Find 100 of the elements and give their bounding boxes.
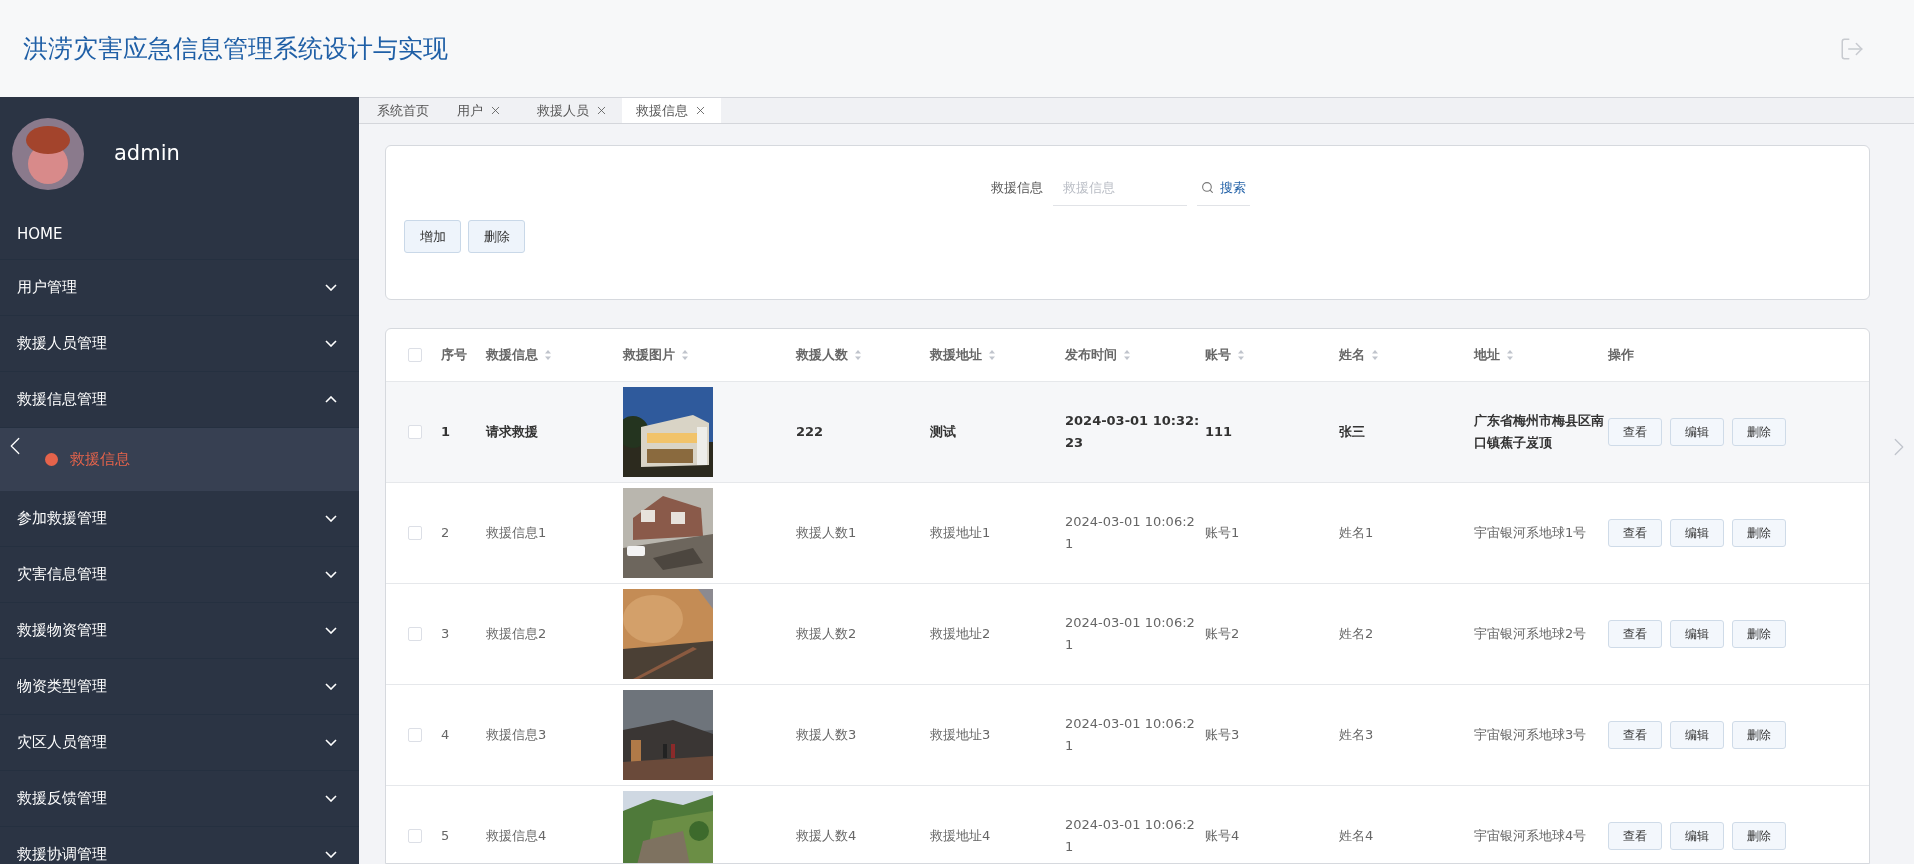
- search-label: 救援信息: [991, 179, 1043, 198]
- logout-icon[interactable]: [1839, 35, 1865, 62]
- row-action-button[interactable]: 删除: [1732, 519, 1786, 547]
- menu-item[interactable]: 灾区人员管理: [0, 715, 359, 771]
- chevron-down-icon: [325, 739, 337, 746]
- row-action-button[interactable]: 编辑: [1670, 822, 1724, 850]
- sort-icon[interactable]: [1123, 349, 1131, 361]
- row-action-button[interactable]: 查看: [1608, 822, 1662, 850]
- chevron-down-icon: [325, 627, 337, 634]
- chevron-down-icon: [325, 340, 337, 347]
- row-action-button[interactable]: 删除: [1732, 620, 1786, 648]
- table-cell-text: 1: [441, 423, 452, 441]
- sort-icon[interactable]: [1371, 349, 1379, 361]
- menu-item[interactable]: 救援物资管理: [0, 603, 359, 659]
- menu-item[interactable]: 用户管理: [0, 260, 359, 316]
- chevron-up-icon: [325, 396, 337, 403]
- menu-item[interactable]: 救援反馈管理: [0, 771, 359, 827]
- table-cell-text: 救援地址4: [930, 827, 992, 845]
- table-cell-text: 2024-03-01 10:32:23: [1065, 412, 1201, 452]
- row-action-button[interactable]: 查看: [1608, 620, 1662, 648]
- menu-item[interactable]: 物资类型管理: [0, 659, 359, 715]
- table-cell-text: 救援地址1: [930, 524, 992, 542]
- table-cell-text: 救援地址2: [930, 625, 992, 643]
- search-icon: [1201, 181, 1214, 194]
- menu-item[interactable]: 灾害信息管理: [0, 547, 359, 603]
- row-action-button[interactable]: 删除: [1732, 418, 1786, 446]
- tab[interactable]: 系统首页: [363, 98, 443, 123]
- chevron-down-icon: [325, 571, 337, 578]
- checkbox[interactable]: [407, 627, 422, 641]
- search-button[interactable]: 搜索: [1197, 170, 1250, 206]
- table-cell-text: 广东省梅州市梅县区南口镇蕉子岌顶: [1474, 412, 1605, 452]
- table-cell-text: 222: [796, 423, 825, 441]
- row-action-button[interactable]: 查看: [1608, 519, 1662, 547]
- chevron-down-icon: [325, 851, 337, 858]
- tab[interactable]: 救援信息: [622, 98, 721, 123]
- chevron-down-icon: [325, 795, 337, 802]
- action-button[interactable]: 增加: [404, 220, 461, 253]
- sort-icon[interactable]: [1506, 349, 1514, 361]
- sort-icon[interactable]: [854, 349, 862, 361]
- menu-item[interactable]: 救援协调管理: [0, 827, 359, 864]
- column-header[interactable]: 救援人数: [796, 345, 862, 365]
- table-cell-text: 2: [441, 524, 451, 542]
- menu-item[interactable]: 救援人员管理: [0, 316, 359, 372]
- table-cell-text: 姓名3: [1339, 726, 1375, 744]
- column-header[interactable]: 账号: [1205, 345, 1245, 365]
- chevron-down-icon: [325, 515, 337, 522]
- table-cell-text: 宇宙银河系地球3号: [1474, 726, 1588, 744]
- row-action-button[interactable]: 编辑: [1670, 721, 1724, 749]
- tab[interactable]: 救援人员: [523, 98, 622, 123]
- table-cell-text: 111: [1205, 423, 1234, 441]
- column-header[interactable]: 救援地址: [930, 345, 996, 365]
- table-cell-text: 账号4: [1205, 827, 1241, 845]
- search-field[interactable]: 救援信息: [1053, 170, 1187, 206]
- row-action-button[interactable]: 查看: [1608, 721, 1662, 749]
- checkbox[interactable]: [407, 425, 422, 439]
- table-cell-text: 测试: [930, 423, 957, 441]
- table-cell-text: 救援人数4: [796, 827, 858, 845]
- row-action-button[interactable]: 编辑: [1670, 620, 1724, 648]
- tab[interactable]: 用户: [443, 98, 523, 123]
- table-cell-text: 3: [441, 625, 451, 643]
- checkbox[interactable]: [407, 829, 422, 843]
- checkbox[interactable]: [407, 348, 422, 362]
- table-cell-text: 宇宙银河系地球1号: [1474, 524, 1588, 542]
- row-action-button[interactable]: 删除: [1732, 822, 1786, 850]
- table-cell-text: 姓名2: [1339, 625, 1375, 643]
- table-cell-text: 救援信息4: [486, 827, 548, 845]
- chevron-down-icon: [325, 284, 337, 291]
- menu-item[interactable]: 参加救援管理: [0, 491, 359, 547]
- table-cell-text: 姓名4: [1339, 827, 1375, 845]
- action-button[interactable]: 删除: [468, 220, 525, 253]
- table-cell-text: 2024-03-01 10:06:21: [1065, 816, 1196, 856]
- column-header[interactable]: 姓名: [1339, 345, 1379, 365]
- sort-icon[interactable]: [681, 349, 689, 361]
- table-cell-text: 救援人数2: [796, 625, 858, 643]
- table-cell-text: 2024-03-01 10:06:21: [1065, 513, 1196, 553]
- table-cell-text: 请求救援: [486, 423, 539, 441]
- row-action-button[interactable]: 删除: [1732, 721, 1786, 749]
- table-cell-text: 4: [441, 726, 451, 744]
- sort-icon[interactable]: [988, 349, 996, 361]
- close-icon[interactable]: [694, 104, 707, 117]
- checkbox[interactable]: [407, 526, 422, 540]
- sort-icon[interactable]: [544, 349, 552, 361]
- row-action-button[interactable]: 编辑: [1670, 519, 1724, 547]
- checkbox[interactable]: [407, 728, 422, 742]
- column-header[interactable]: 救援信息: [486, 345, 552, 365]
- table-cell-text: 2024-03-01 10:06:21: [1065, 715, 1196, 755]
- row-action-button[interactable]: 查看: [1608, 418, 1662, 446]
- close-icon[interactable]: [595, 104, 608, 117]
- row-action-button[interactable]: 编辑: [1670, 418, 1724, 446]
- table-cell-text: 救援信息2: [486, 625, 548, 643]
- menu-item[interactable]: HOME: [0, 210, 359, 260]
- sort-icon[interactable]: [1237, 349, 1245, 361]
- column-header[interactable]: 发布时间: [1065, 345, 1131, 365]
- table-cell-text: 张三: [1339, 423, 1366, 441]
- column-header[interactable]: 地址: [1474, 345, 1514, 365]
- table-cell-text: 救援信息3: [486, 726, 548, 744]
- column-header[interactable]: 救援图片: [623, 345, 689, 365]
- chevron-down-icon: [325, 683, 337, 690]
- table-cell-text: 宇宙银河系地球4号: [1474, 827, 1588, 845]
- close-icon[interactable]: [489, 104, 502, 117]
